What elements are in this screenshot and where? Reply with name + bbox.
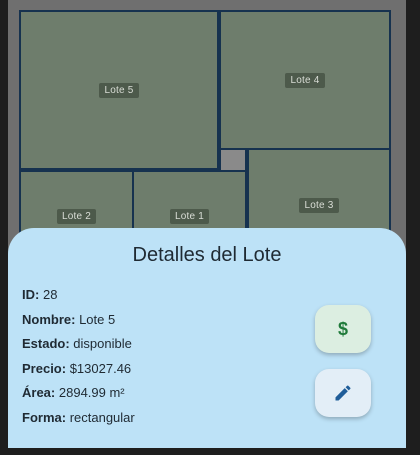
detail-row-name: Nombre: Lote 5 xyxy=(22,308,135,333)
detail-value: 28 xyxy=(42,287,58,302)
lot-label: Lote 4 xyxy=(285,72,325,88)
set-price-button[interactable]: $ xyxy=(315,305,371,353)
detail-key: Estado: xyxy=(22,336,70,351)
detail-row-area: Área: 2894.99 m² xyxy=(22,381,135,406)
detail-row-status: Estado: disponible xyxy=(22,332,135,357)
lot-5[interactable]: Lote 5 xyxy=(19,10,219,170)
lot-corner-square xyxy=(219,148,247,172)
lot-label: Lote 1 xyxy=(169,208,209,224)
dollar-icon: $ xyxy=(337,318,348,339)
lot-4[interactable]: Lote 4 xyxy=(219,10,391,150)
detail-row-shape: Forma: rectangular xyxy=(22,406,135,431)
detail-row-id: ID: 28 xyxy=(22,283,135,308)
lot-label: Lote 3 xyxy=(299,197,339,213)
detail-value: disponible xyxy=(73,336,132,351)
detail-value: Lote 5 xyxy=(79,311,116,327)
pencil-icon xyxy=(335,385,351,401)
detail-value: 2894.99 m² xyxy=(58,385,125,400)
lot-label: Lote 2 xyxy=(56,208,96,224)
lot-details-sheet: Detalles del Lote ID: 28 Nombre: Lote 5 … xyxy=(8,228,406,448)
detail-row-price: Precio: $13027.46 xyxy=(22,357,135,382)
sheet-title: Detalles del Lote xyxy=(132,244,282,266)
detail-key: Nombre: xyxy=(22,311,76,327)
detail-key: Área: xyxy=(22,385,56,400)
detail-key: Precio: xyxy=(22,360,67,376)
edit-lot-button[interactable] xyxy=(315,369,371,417)
detail-key: ID: xyxy=(22,287,40,302)
details-list: ID: 28 Nombre: Lote 5 Estado: disponible… xyxy=(22,283,135,430)
lot-label: Lote 5 xyxy=(99,82,139,98)
detail-key: Forma: xyxy=(22,409,67,425)
detail-value: rectangular xyxy=(69,409,135,425)
map-view: Lote 5 Lote 4 Lote 2 Lote 1 Lote 3 Detal… xyxy=(8,0,406,448)
detail-value: $13027.46 xyxy=(69,360,132,376)
